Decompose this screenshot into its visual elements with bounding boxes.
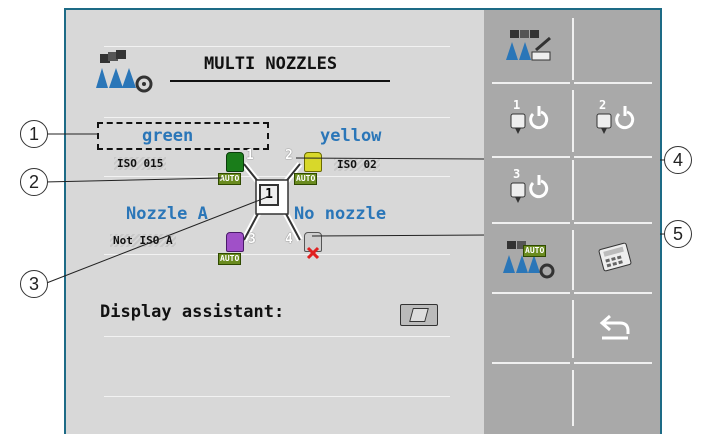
nozzle-power-icon: 1 — [507, 98, 551, 138]
nozzle-2-power-button[interactable]: 2 — [580, 90, 650, 150]
display-assistant-label: Display assistant: — [100, 302, 285, 322]
nozzle-number: 3 — [513, 167, 521, 181]
callout-3: 3 — [20, 270, 48, 298]
multi-nozzle-auto-settings-icon: AUTO — [503, 239, 555, 279]
main-panel: MULTI NOZZLES green ISO 015 yellow ISO 0… — [66, 10, 484, 434]
calculator-icon — [597, 242, 633, 276]
title-underline — [170, 80, 390, 82]
nozzle-number: 2 — [599, 98, 607, 112]
callout-2: 2 — [20, 168, 48, 196]
multi-nozzle-edit-icon — [506, 28, 552, 70]
display-assistant-button[interactable] — [400, 304, 438, 326]
nozzle-2-auto-badge: AUTO — [294, 173, 318, 185]
nozzle-power-icon: 3 — [507, 167, 551, 207]
nozzle-1-power-button[interactable]: 1 — [494, 90, 564, 150]
nozzle-3-power-button[interactable]: 3 — [494, 160, 564, 218]
calculator-button[interactable] — [580, 230, 650, 288]
nozzle-3-auto-badge: AUTO — [218, 253, 242, 265]
auto-badge: AUTO — [523, 245, 547, 257]
nozzle-3-body-icon[interactable] — [226, 232, 244, 252]
multi-nozzle-settings-icon — [96, 50, 156, 94]
nozzle-4-position: 4 — [285, 232, 293, 247]
callout-1: 1 — [20, 120, 48, 148]
nozzle-3-name: Nozzle A — [126, 204, 208, 224]
nozzle-number: 1 — [513, 98, 521, 112]
back-button[interactable] — [580, 300, 650, 358]
callout-5: 5 — [664, 220, 692, 248]
nozzle-2-iso: ISO 02 — [334, 158, 380, 171]
nozzle-1-iso: ISO 015 — [114, 157, 167, 170]
nozzle-1-auto-badge: AUTO — [218, 173, 242, 185]
no-nozzle-x-icon — [306, 246, 320, 260]
nozzle-overview-button[interactable] — [494, 20, 564, 78]
nozzle-3-position: 3 — [248, 232, 256, 247]
back-arrow-icon — [598, 312, 632, 346]
nozzle-3-iso: Not ISO A — [110, 234, 176, 247]
nozzle-1-position: 1 — [246, 148, 254, 163]
nozzle-power-icon: 2 — [593, 98, 637, 138]
assistant-book-icon — [409, 308, 429, 322]
page-title: MULTI NOZZLES — [204, 54, 338, 74]
softkey-sidebar: 1 2 3 AUTO — [484, 10, 660, 434]
auto-nozzle-settings-button[interactable]: AUTO — [494, 230, 564, 288]
nozzle-2-body-icon[interactable] — [304, 152, 322, 172]
callout-4: 4 — [664, 146, 692, 174]
nozzle-1-body-icon[interactable] — [226, 152, 244, 172]
active-nozzle-indicator: 1 — [259, 184, 279, 206]
nozzle-1-name: green — [142, 126, 194, 146]
nozzle-2-position: 2 — [285, 148, 293, 163]
